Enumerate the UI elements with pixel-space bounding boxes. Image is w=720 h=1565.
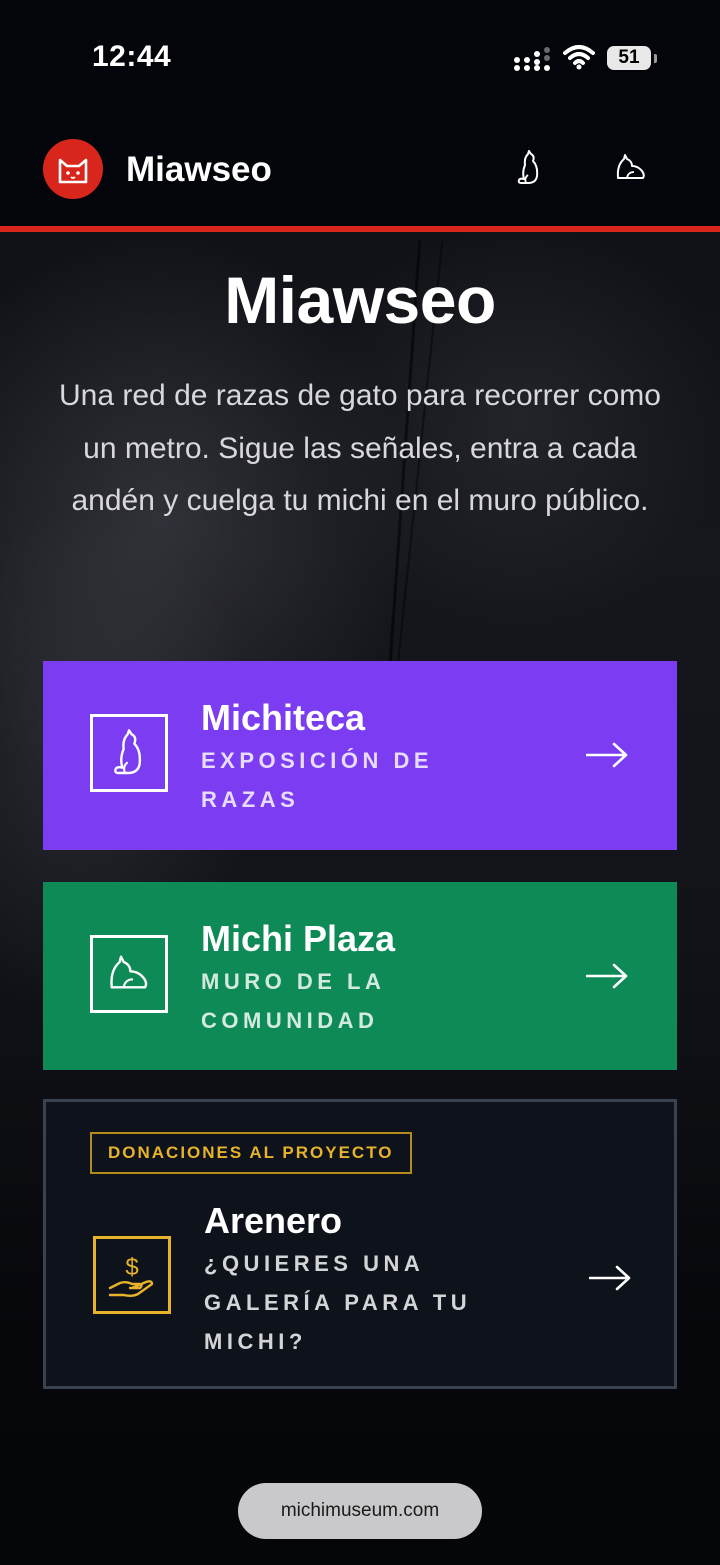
browser-url-bar[interactable]: michimuseum.com	[238, 1483, 482, 1539]
card-subtitle: MURO DE LA COMUNIDAD	[201, 969, 385, 1033]
battery-indicator: 51	[607, 46, 651, 70]
app-header: Miawseo	[0, 130, 720, 225]
page-title: Miawseo	[224, 263, 496, 337]
status-bar: 12:44 51	[0, 0, 720, 110]
arrow-right-icon	[586, 963, 628, 989]
page-description: Una red de razas de gato para recorrer c…	[59, 379, 661, 517]
michi-plaza-card[interactable]: Michi Plaza MURO DE LA COMUNIDAD	[43, 882, 677, 1070]
card-title: Michi Plaza	[201, 918, 396, 959]
card-title: Michiteca	[201, 697, 366, 738]
svg-text:$: $	[125, 1254, 138, 1281]
arenero-card[interactable]: DONACIONES AL PROYECTO $ Arenero ¿QUIERE…	[43, 1099, 677, 1389]
arrow-right-icon	[589, 1265, 631, 1291]
donation-hand-icon: $	[93, 1236, 171, 1314]
battery-icon	[654, 54, 657, 63]
card-title: Arenero	[204, 1200, 343, 1241]
card-subtitle: EXPOSICIÓN DE RAZAS	[201, 748, 434, 812]
cat-sitting-icon	[90, 714, 168, 792]
cat-logo-icon[interactable]	[43, 139, 103, 199]
cat-lying-icon	[90, 935, 168, 1013]
donations-badge: DONACIONES AL PROYECTO	[90, 1132, 412, 1174]
wifi-icon	[563, 45, 595, 70]
michiteca-card[interactable]: Michiteca EXPOSICIÓN DE RAZAS	[43, 661, 677, 850]
arrow-right-icon	[586, 742, 628, 768]
card-subtitle: ¿QUIERES UNA GALERÍA PARA TU MICHI?	[204, 1251, 472, 1354]
status-time: 12:44	[92, 40, 172, 73]
brand-name[interactable]: Miawseo	[126, 150, 272, 190]
cellular-signal-icon	[514, 47, 552, 71]
cat-lying-icon[interactable]	[611, 148, 651, 188]
header-accent-bar	[0, 226, 720, 232]
cat-sitting-icon[interactable]	[509, 148, 549, 188]
